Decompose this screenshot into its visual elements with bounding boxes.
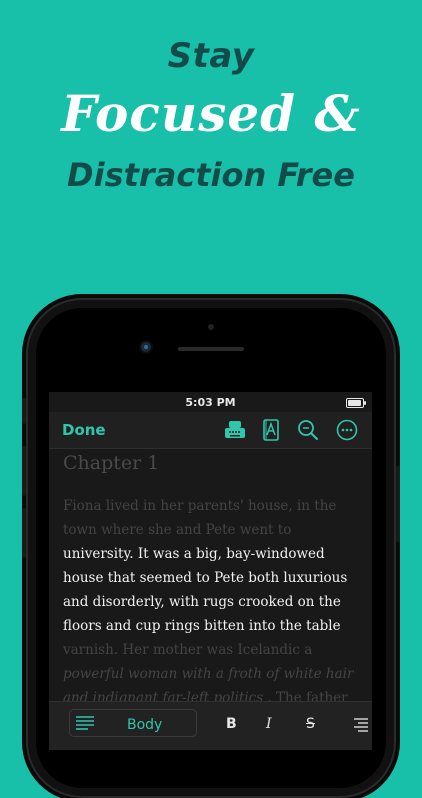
volume-up-button [22, 446, 26, 496]
text-line: university. It was a big, bay-windowed [63, 546, 325, 562]
text-line: house that seemed to Pete both luxurious [63, 570, 348, 586]
more-icon[interactable] [335, 418, 359, 442]
done-button[interactable]: Done [62, 421, 106, 439]
text-line: town where she and Pete went to [63, 522, 292, 538]
battery-icon [346, 398, 366, 408]
text-line: varnish. Her mother was Icelandic a [63, 642, 313, 658]
format-toolbar: Body B I S [49, 701, 372, 750]
front-camera [141, 342, 151, 352]
paragraph-list-icon[interactable] [75, 714, 95, 732]
strikethrough-button[interactable]: S [306, 716, 315, 732]
paragraph-style-label: Body [127, 717, 163, 733]
search-icon[interactable] [296, 418, 320, 442]
headline-focused: Focused & [61, 84, 361, 143]
text-line: powerful woman with a froth of white hai… [63, 666, 354, 682]
align-icon[interactable] [353, 716, 369, 732]
bold-button[interactable]: B [226, 716, 237, 732]
editor-navbar: Done [49, 412, 372, 449]
status-time: 5:03 PM [185, 396, 236, 409]
power-button [396, 466, 400, 542]
status-bar: 5:03 PM [49, 392, 372, 412]
italic-button[interactable]: I [266, 716, 272, 732]
text-line: and disorderly, with rugs crooked on the [63, 594, 341, 610]
volume-down-button [22, 508, 26, 558]
text-line: floors and cup rings bitten into the tab… [63, 618, 341, 634]
chapter-title: Chapter 1 [63, 452, 160, 474]
headline-distraction-free: Distraction Free [67, 156, 355, 194]
mute-switch [22, 398, 26, 424]
proximity-sensor [208, 324, 214, 330]
book-icon[interactable] [259, 418, 283, 442]
headline-stay: Stay [167, 36, 255, 76]
app-screen: 5:03 PM Done Chapter 1 Fiona lived in he… [49, 392, 372, 750]
earpiece-speaker [178, 347, 244, 351]
typewriter-icon[interactable] [223, 418, 247, 442]
text-line: Fiona lived in her parents' house, in th… [63, 498, 337, 514]
